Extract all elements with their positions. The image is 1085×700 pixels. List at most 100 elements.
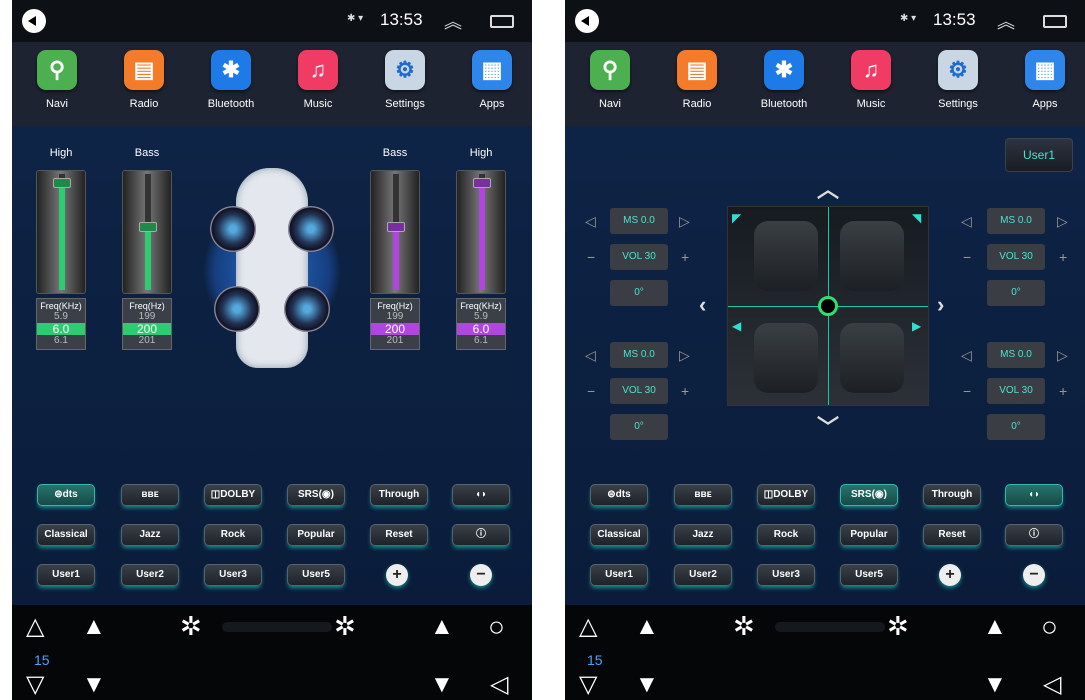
app-music[interactable]: ♫ Music bbox=[283, 50, 353, 110]
triangle-down-icon[interactable]: ▼ bbox=[430, 673, 454, 697]
left-bass-freq[interactable]: Freq(Hz) 199 200 201 bbox=[122, 298, 172, 350]
add-button[interactable]: + bbox=[386, 564, 408, 586]
triangle-up-outline-icon[interactable]: △ bbox=[579, 615, 597, 639]
dolby-button[interactable]: ◫DOLBY bbox=[757, 484, 815, 506]
phase-angle[interactable]: 0° bbox=[987, 280, 1045, 306]
arrow-right-icon[interactable]: ▷ bbox=[1057, 347, 1068, 364]
reset-button[interactable]: Reset bbox=[923, 524, 981, 546]
minus-icon[interactable]: − bbox=[587, 383, 595, 399]
arrow-right-icon[interactable]: ▷ bbox=[679, 213, 690, 230]
preset-user3[interactable]: User3 bbox=[757, 564, 815, 586]
ms-delay[interactable]: MS 0.0 bbox=[610, 208, 668, 234]
triangle-up-icon[interactable]: ▲ bbox=[983, 615, 1007, 639]
fan-icon[interactable]: ✲ bbox=[334, 613, 356, 639]
preset-rock[interactable]: Rock bbox=[757, 524, 815, 546]
triangle-down-outline-icon[interactable]: ▽ bbox=[579, 673, 597, 697]
slider-thumb[interactable] bbox=[139, 222, 157, 232]
triangle-up-icon[interactable]: ▲ bbox=[635, 615, 659, 639]
recent-apps-icon[interactable] bbox=[490, 15, 514, 28]
volume[interactable]: VOL 30 bbox=[987, 378, 1045, 404]
preset-user1[interactable]: User1 bbox=[37, 564, 95, 586]
right-high-slider[interactable] bbox=[456, 170, 506, 294]
preset-classical[interactable]: Classical bbox=[37, 524, 95, 546]
user1-preset-button[interactable]: User1 bbox=[1005, 138, 1073, 172]
triangle-down-icon[interactable]: ▼ bbox=[983, 673, 1007, 697]
slider-thumb[interactable] bbox=[473, 178, 491, 188]
right-bass-freq[interactable]: Freq(Hz) 199 200 201 bbox=[370, 298, 420, 350]
minus-icon[interactable]: − bbox=[587, 249, 595, 265]
triangle-down-outline-icon[interactable]: ▽ bbox=[26, 673, 44, 697]
chevron-left-icon[interactable]: ‹ bbox=[699, 292, 706, 318]
volume[interactable]: VOL 30 bbox=[610, 378, 668, 404]
ms-delay[interactable]: MS 0.0 bbox=[987, 208, 1045, 234]
remove-button[interactable]: − bbox=[470, 564, 492, 586]
minus-icon[interactable]: − bbox=[963, 249, 971, 265]
left-bass-slider[interactable] bbox=[122, 170, 172, 294]
bbe-button[interactable]: ʙʙᴇ bbox=[121, 484, 179, 506]
ms-delay[interactable]: MS 0.0 bbox=[987, 342, 1045, 368]
arrow-left-icon[interactable]: ◁ bbox=[585, 347, 596, 364]
preset-popular[interactable]: Popular bbox=[840, 524, 898, 546]
fan-speed-bar[interactable] bbox=[222, 622, 332, 632]
right-bass-slider[interactable] bbox=[370, 170, 420, 294]
app-radio[interactable]: ▤ Radio bbox=[109, 50, 179, 110]
dts-button[interactable]: ⊜dts bbox=[37, 484, 95, 506]
home-circle-icon[interactable]: ○ bbox=[488, 613, 505, 641]
chevron-down-icon[interactable]: ﹀ bbox=[817, 410, 839, 442]
triangle-up-icon[interactable]: ▲ bbox=[430, 615, 454, 639]
preset-user3[interactable]: User3 bbox=[204, 564, 262, 586]
triangle-down-icon[interactable]: ▼ bbox=[635, 673, 659, 697]
preset-rock[interactable]: Rock bbox=[204, 524, 262, 546]
remove-button[interactable]: − bbox=[1023, 564, 1045, 586]
phase-angle[interactable]: 0° bbox=[610, 414, 668, 440]
srs-button[interactable]: SRS(◉) bbox=[840, 484, 898, 506]
through-button[interactable]: Through bbox=[370, 484, 428, 506]
app-settings[interactable]: ⚙ Settings bbox=[370, 50, 440, 110]
plus-icon[interactable]: + bbox=[1059, 383, 1067, 399]
through-button[interactable]: Through bbox=[923, 484, 981, 506]
back-icon[interactable] bbox=[575, 9, 599, 33]
expand-up-icon[interactable]: ︽ bbox=[444, 8, 462, 34]
preset-jazz[interactable]: Jazz bbox=[674, 524, 732, 546]
ms-delay[interactable]: MS 0.0 bbox=[610, 342, 668, 368]
app-navi[interactable]: ⚲ Navi bbox=[22, 50, 92, 110]
back-icon[interactable] bbox=[22, 9, 46, 33]
preset-user5[interactable]: User5 bbox=[287, 564, 345, 586]
arrow-left-icon[interactable]: ◁ bbox=[961, 347, 972, 364]
expand-up-icon[interactable]: ︽ bbox=[997, 8, 1015, 34]
right-high-freq[interactable]: Freq(KHz) 5.9 6.0 6.1 bbox=[456, 298, 506, 350]
triangle-up-icon[interactable]: ▲ bbox=[82, 615, 106, 639]
home-circle-icon[interactable]: ○ bbox=[1041, 613, 1058, 641]
phase-angle[interactable]: 0° bbox=[987, 414, 1045, 440]
cabin-sound-field[interactable]: ◤ ◥ ◀ ▶ bbox=[727, 206, 929, 406]
triangle-up-outline-icon[interactable]: △ bbox=[26, 615, 44, 639]
app-navi[interactable]: ⚲ Navi bbox=[575, 50, 645, 110]
info-button[interactable]: ⓘ bbox=[1005, 524, 1063, 546]
listening-position-handle[interactable] bbox=[818, 296, 838, 316]
srs-button[interactable]: SRS(◉) bbox=[287, 484, 345, 506]
bbe-button[interactable]: ʙʙᴇ bbox=[674, 484, 732, 506]
volume[interactable]: VOL 30 bbox=[610, 244, 668, 270]
preset-user2[interactable]: User2 bbox=[674, 564, 732, 586]
fan-speed-bar[interactable] bbox=[775, 622, 885, 632]
arrow-left-icon[interactable]: ◁ bbox=[961, 213, 972, 230]
app-bluetooth[interactable]: ✱ Bluetooth bbox=[749, 50, 819, 110]
chevron-right-icon[interactable]: › bbox=[937, 292, 944, 318]
arrow-right-icon[interactable]: ▷ bbox=[1057, 213, 1068, 230]
preset-jazz[interactable]: Jazz bbox=[121, 524, 179, 546]
left-high-freq[interactable]: Freq(KHz) 5.9 6.0 6.1 bbox=[36, 298, 86, 350]
slider-thumb[interactable] bbox=[387, 222, 405, 232]
fan-icon[interactable]: ✲ bbox=[887, 613, 909, 639]
arrow-left-icon[interactable]: ◁ bbox=[585, 213, 596, 230]
app-bluetooth[interactable]: ✱ Bluetooth bbox=[196, 50, 266, 110]
preset-user2[interactable]: User2 bbox=[121, 564, 179, 586]
fan-icon[interactable]: ✲ bbox=[180, 613, 202, 639]
dolby-button[interactable]: ◫DOLBY bbox=[204, 484, 262, 506]
plus-icon[interactable]: + bbox=[1059, 249, 1067, 265]
reset-button[interactable]: Reset bbox=[370, 524, 428, 546]
preset-user5[interactable]: User5 bbox=[840, 564, 898, 586]
fan-icon[interactable]: ✲ bbox=[733, 613, 755, 639]
app-apps[interactable]: ▦ Apps bbox=[1010, 50, 1080, 110]
add-button[interactable]: + bbox=[939, 564, 961, 586]
plus-icon[interactable]: + bbox=[681, 249, 689, 265]
